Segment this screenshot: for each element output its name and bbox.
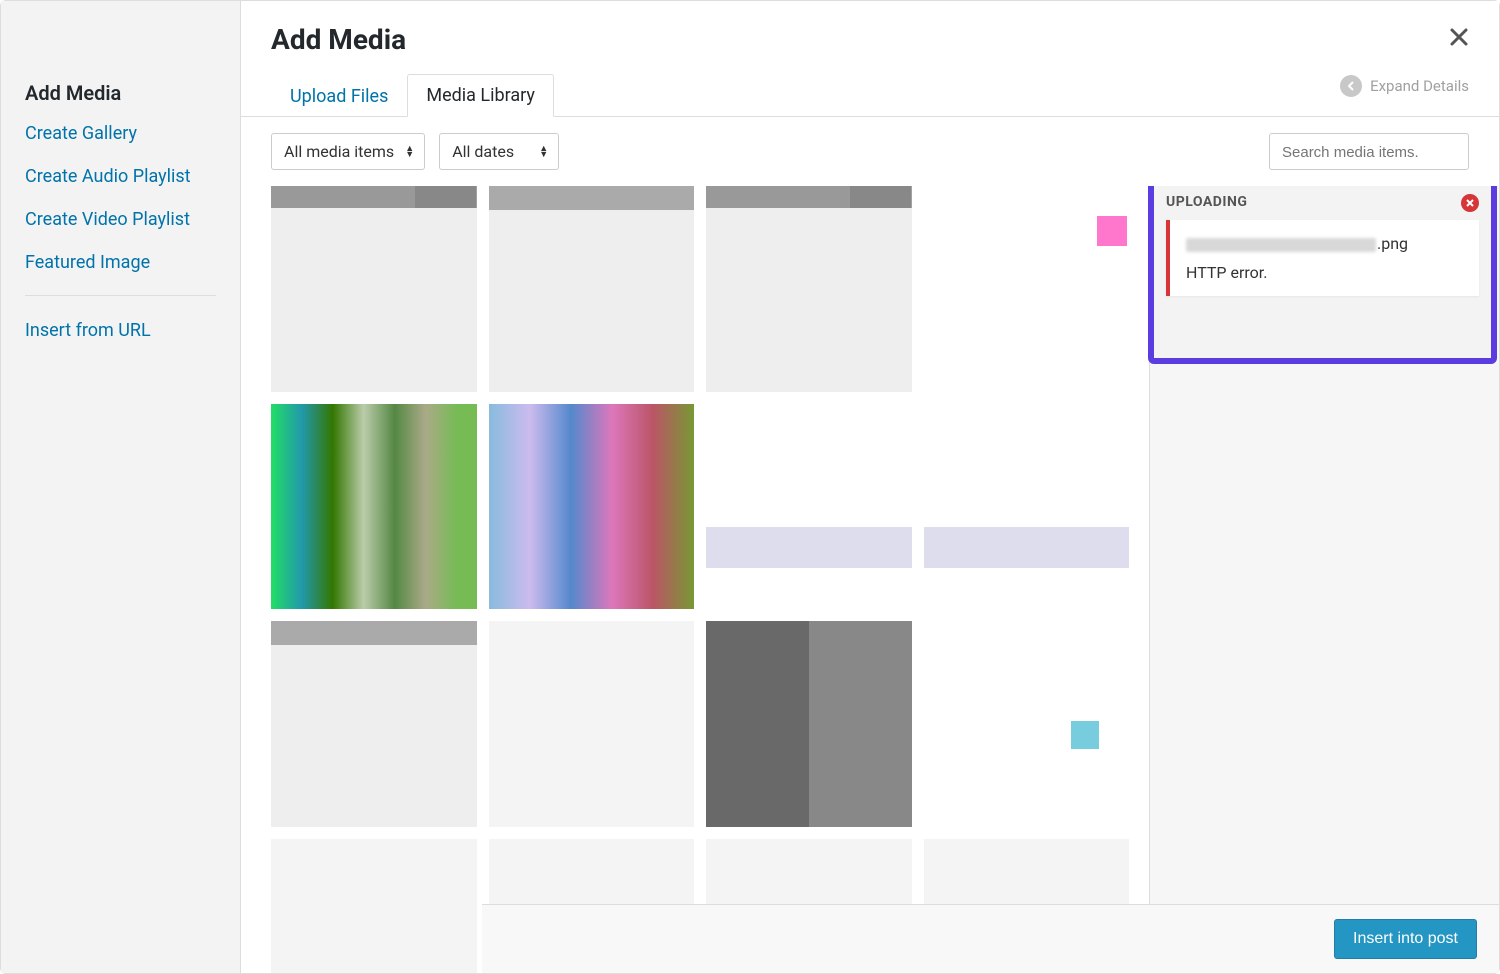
media-thumbnail[interactable] — [706, 186, 912, 392]
select-caret-icon: ▲▼ — [405, 146, 414, 158]
media-thumbnail[interactable] — [489, 621, 695, 827]
sidebar-link-create-audio-playlist[interactable]: Create Audio Playlist — [25, 166, 216, 187]
media-grid — [241, 186, 1149, 973]
media-thumbnail[interactable] — [489, 404, 695, 610]
main-panel: Add Media Expand Details Upload Files Me… — [241, 1, 1499, 973]
media-thumbnail[interactable] — [924, 186, 1130, 392]
page-title: Add Media — [271, 23, 1469, 56]
toolbar: All media items ▲▼ All dates ▲▼ — [241, 117, 1499, 186]
upload-filename: .png — [1186, 234, 1463, 253]
search-input[interactable] — [1282, 144, 1456, 161]
search-box[interactable] — [1269, 133, 1469, 170]
attachment-details-panel: Uploading .png HTTP error. — [1149, 186, 1499, 973]
expand-details-label: Expand Details — [1370, 77, 1469, 95]
sidebar-link-insert-from-url[interactable]: Insert from URL — [25, 320, 216, 341]
upload-error-message: HTTP error. — [1186, 263, 1463, 282]
media-thumbnail[interactable] — [271, 404, 477, 610]
filename-extension: .png — [1377, 234, 1408, 253]
uploading-heading: Uploading — [1166, 194, 1479, 210]
main-header: Add Media Expand Details — [241, 1, 1499, 74]
filename-redacted — [1186, 238, 1376, 252]
media-thumbnail[interactable] — [924, 404, 1130, 610]
sidebar-divider — [25, 295, 216, 296]
filter-type-dropdown[interactable]: All media items ▲▼ — [271, 133, 425, 170]
dismiss-error-button[interactable] — [1461, 194, 1479, 212]
sidebar-link-create-gallery[interactable]: Create Gallery — [25, 123, 216, 144]
media-thumbnail[interactable] — [706, 404, 912, 610]
sidebar-link-create-video-playlist[interactable]: Create Video Playlist — [25, 209, 216, 230]
media-thumbnail[interactable] — [271, 839, 477, 974]
media-thumbnail[interactable] — [271, 621, 477, 827]
tab-upload-files[interactable]: Upload Files — [271, 75, 407, 117]
sidebar-link-featured-image[interactable]: Featured Image — [25, 252, 216, 273]
sidebar: Add Media Create Gallery Create Audio Pl… — [1, 1, 241, 973]
tabs: Upload Files Media Library — [241, 74, 1499, 117]
sidebar-heading-add-media: Add Media — [25, 81, 216, 105]
filter-date-label: All dates — [452, 142, 514, 161]
media-thumbnail[interactable] — [489, 186, 695, 392]
media-thumbnail[interactable] — [924, 621, 1130, 827]
close-icon — [1465, 198, 1475, 208]
tab-media-library[interactable]: Media Library — [407, 74, 554, 117]
close-icon — [1449, 27, 1469, 47]
close-button[interactable] — [1449, 27, 1469, 51]
upload-error-highlight: Uploading .png HTTP error. — [1148, 186, 1497, 364]
media-thumbnail[interactable] — [706, 621, 912, 827]
filter-type-label: All media items — [284, 142, 394, 161]
insert-into-post-button[interactable]: Insert into post — [1334, 919, 1477, 959]
expand-details-button[interactable]: Expand Details — [1340, 75, 1469, 97]
select-caret-icon: ▲▼ — [539, 146, 548, 158]
filter-date-dropdown[interactable]: All dates ▲▼ — [439, 133, 559, 170]
upload-error-card: .png HTTP error. — [1166, 220, 1479, 296]
chevron-left-icon — [1340, 75, 1362, 97]
media-thumbnail[interactable] — [271, 186, 477, 392]
modal-footer: Insert into post — [482, 904, 1499, 973]
